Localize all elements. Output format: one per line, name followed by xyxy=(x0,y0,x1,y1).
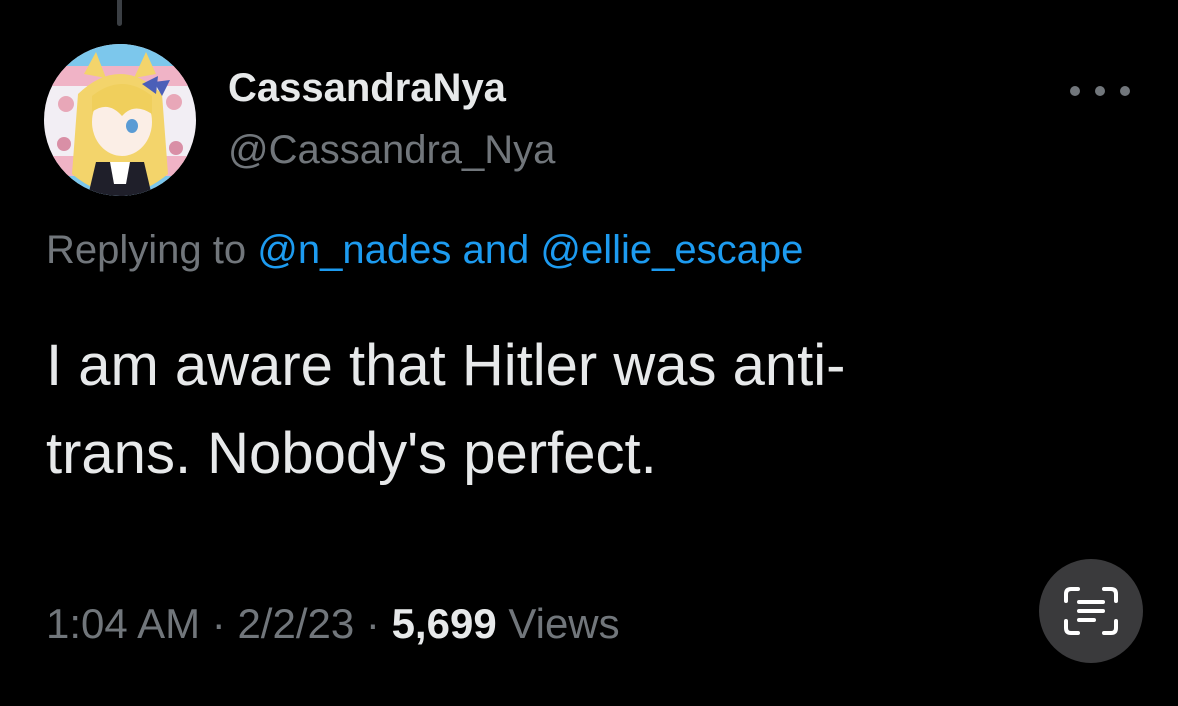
avatar-image xyxy=(44,44,196,196)
tweet-date[interactable]: 2/2/23 xyxy=(237,600,354,647)
live-text-scan-icon xyxy=(1064,587,1118,635)
mention-link-n-nades[interactable]: @n_nades xyxy=(257,228,451,272)
tweet-text-line: trans. Nobody's perfect. xyxy=(46,421,657,486)
mention-conjunction: and xyxy=(462,228,530,272)
more-dots-icon xyxy=(1095,86,1105,96)
mention-link-ellie-escape[interactable]: @ellie_escape xyxy=(540,228,803,272)
replying-to-line: Replying to @n_nades and @ellie_escape xyxy=(46,228,803,273)
more-options-button[interactable] xyxy=(1070,78,1130,104)
views-label: Views xyxy=(508,600,620,647)
meta-separator: · xyxy=(211,600,226,647)
tweet-text-line: I am aware that Hitler was anti- xyxy=(46,333,846,398)
more-dots-icon xyxy=(1120,86,1130,96)
meta-separator: · xyxy=(365,600,380,647)
replying-to-label: Replying to xyxy=(46,228,247,272)
avatar[interactable] xyxy=(44,44,196,196)
more-dots-icon xyxy=(1070,86,1080,96)
user-display-name[interactable]: CassandraNya xyxy=(228,66,506,111)
tweet-meta: 1:04 AM · 2/2/23 · 5,699 Views xyxy=(46,600,620,648)
tweet-time[interactable]: 1:04 AM xyxy=(46,600,200,647)
live-text-scan-button[interactable] xyxy=(1039,559,1143,663)
tweet-text: I am aware that Hitler was anti- trans. … xyxy=(46,322,1126,498)
views-count: 5,699 xyxy=(391,600,497,647)
thread-connector-line xyxy=(117,0,122,26)
user-handle[interactable]: @Cassandra_Nya xyxy=(228,128,555,173)
